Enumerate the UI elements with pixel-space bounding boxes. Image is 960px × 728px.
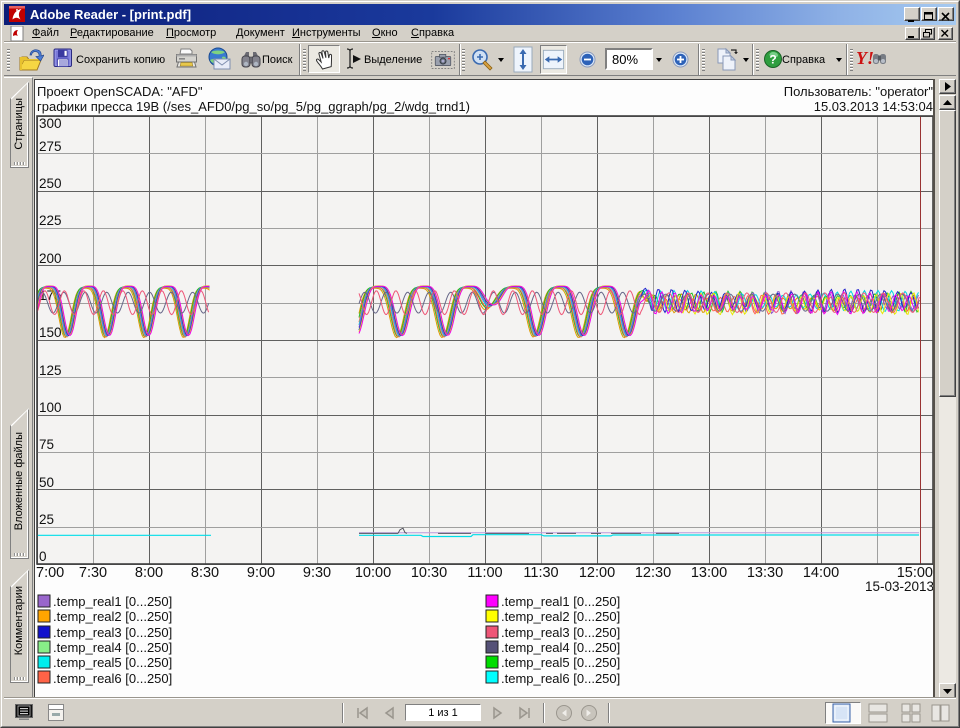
- svg-text:8:30: 8:30: [191, 565, 219, 581]
- svg-text:.temp_real2 [0...250]: .temp_real2 [0...250]: [501, 609, 620, 624]
- svg-text:графики пресса 19В (/ses_AFD0/: графики пресса 19В (/ses_AFD0/pg_so/pg_5…: [37, 99, 470, 114]
- svg-text:0: 0: [39, 549, 47, 564]
- svg-text:.temp_real3 [0...250]: .temp_real3 [0...250]: [501, 625, 620, 640]
- svg-text:25: 25: [39, 512, 54, 527]
- svg-text:11:30: 11:30: [523, 565, 558, 581]
- svg-text:200: 200: [39, 251, 62, 266]
- svg-text:50: 50: [39, 475, 54, 490]
- svg-text:250: 250: [39, 176, 62, 191]
- svg-text:14:00: 14:00: [803, 565, 839, 581]
- svg-text:Проект OpenSCADA: "AFD": Проект OpenSCADA: "AFD": [37, 84, 203, 99]
- svg-text:13:00: 13:00: [691, 565, 727, 581]
- svg-text:7:00: 7:00: [36, 565, 64, 581]
- svg-text:15-03-2013: 15-03-2013: [865, 579, 934, 594]
- svg-text:10:00: 10:00: [355, 565, 391, 581]
- svg-text:9:00: 9:00: [247, 565, 275, 581]
- svg-text:13:30: 13:30: [747, 565, 783, 581]
- svg-text:8:00: 8:00: [135, 565, 163, 581]
- svg-text:225: 225: [39, 213, 62, 228]
- svg-text:7:30: 7:30: [79, 565, 107, 581]
- svg-text:150: 150: [39, 325, 62, 340]
- svg-text:.temp_real1 [0...250]: .temp_real1 [0...250]: [53, 594, 172, 609]
- svg-text:100: 100: [39, 400, 62, 415]
- svg-text:.temp_real6 [0...250]: .temp_real6 [0...250]: [53, 671, 172, 686]
- svg-text:Пользователь: "operator": Пользователь: "operator": [784, 84, 934, 99]
- svg-text:9:30: 9:30: [303, 565, 331, 581]
- svg-text:11:00: 11:00: [467, 565, 502, 581]
- svg-text:275: 275: [39, 139, 62, 154]
- svg-text:.temp_real1 [0...250]: .temp_real1 [0...250]: [501, 594, 620, 609]
- svg-text:.temp_real4 [0...250]: .temp_real4 [0...250]: [53, 640, 172, 655]
- svg-text:12:30: 12:30: [635, 565, 671, 581]
- svg-text:.temp_real5 [0...250]: .temp_real5 [0...250]: [501, 655, 620, 670]
- svg-text:75: 75: [39, 437, 54, 452]
- svg-text:125: 125: [39, 363, 62, 378]
- svg-text:300: 300: [39, 116, 62, 131]
- svg-text:.temp_real2 [0...250]: .temp_real2 [0...250]: [53, 609, 172, 624]
- svg-text:15.03.2013 14:53:04: 15.03.2013 14:53:04: [814, 99, 933, 114]
- svg-text:.temp_real6 [0...250]: .temp_real6 [0...250]: [501, 671, 620, 686]
- svg-text:.temp_real3 [0...250]: .temp_real3 [0...250]: [53, 625, 172, 640]
- svg-text:.temp_real4 [0...250]: .temp_real4 [0...250]: [501, 640, 620, 655]
- svg-text:12:00: 12:00: [579, 565, 615, 581]
- svg-text:10:30: 10:30: [411, 565, 447, 581]
- svg-text:?: ?: [769, 53, 776, 67]
- svg-text:Y!: Y!: [857, 49, 874, 68]
- svg-text:.temp_real5 [0...250]: .temp_real5 [0...250]: [53, 655, 172, 670]
